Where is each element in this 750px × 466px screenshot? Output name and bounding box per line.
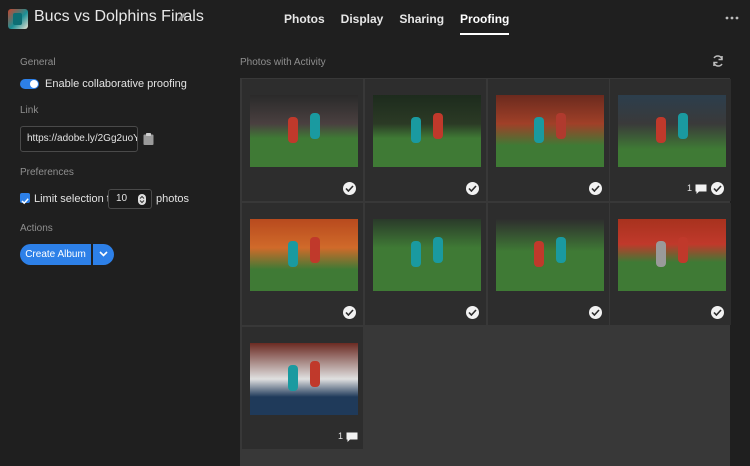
player-figure [288,241,298,267]
limit-selection-checkbox[interactable] [20,193,30,205]
photo-cell[interactable] [365,79,486,201]
pencil-icon[interactable] [176,11,188,23]
comment-icon[interactable] [695,184,707,195]
limit-quantity-value: 10 [116,193,128,204]
player-figure [433,237,443,263]
photo-thumbnail[interactable] [618,95,726,167]
photo-cell[interactable] [242,79,363,201]
player-figure [310,237,320,263]
photo-thumbnail[interactable] [496,95,604,167]
tab-bar: Photos Display Sharing Proofing [276,0,517,38]
photo-cell[interactable]: 1 [610,79,731,201]
limit-selection-label: Limit selection to [34,193,116,205]
photo-thumbnail[interactable] [618,219,726,291]
player-figure [310,361,320,387]
player-figure [534,117,544,143]
tab-proofing[interactable]: Proofing [452,0,517,38]
player-figure [288,365,298,391]
player-figure [678,113,688,139]
chevron-down-icon [99,251,108,257]
photo-thumbnail[interactable] [496,219,604,291]
tab-display[interactable]: Display [333,0,392,38]
photo-thumbnail[interactable] [250,95,358,167]
create-album-dropdown[interactable] [93,244,114,265]
player-figure [556,113,566,139]
player-figure [534,241,544,267]
share-link-field[interactable]: https://adobe.ly/2Gg2uoY [20,126,138,152]
tab-sharing[interactable]: Sharing [391,0,452,38]
clipboard-icon[interactable] [143,133,154,145]
photo-cell[interactable]: 1 [242,327,363,449]
player-figure [678,237,688,263]
photo-cell[interactable] [365,203,486,325]
stepper-arrows-icon[interactable] [138,194,146,205]
tab-photos[interactable]: Photos [276,0,333,38]
selected-check-icon[interactable] [711,182,724,195]
player-figure [310,113,320,139]
photo-thumbnail[interactable] [373,95,481,167]
player-figure [656,241,666,267]
selected-check-icon[interactable] [466,306,479,319]
more-options-icon[interactable] [724,14,740,22]
player-figure [433,113,443,139]
top-bar: Bucs vs Dolphins Finals Photos Display S… [0,0,750,38]
selected-check-icon[interactable] [343,182,356,195]
comment-icon[interactable] [346,432,358,443]
create-album-button[interactable]: Create Album [20,244,91,265]
collab-proofing-label: Enable collaborative proofing [45,78,187,90]
photo-cell[interactable] [610,203,731,325]
photo-thumbnail[interactable] [250,343,358,415]
general-section-label: General [20,57,56,68]
comment-count: 1 [337,431,343,441]
refresh-icon[interactable] [711,54,725,68]
photo-cell[interactable] [488,203,609,325]
photo-thumbnail[interactable] [250,219,358,291]
player-figure [411,241,421,267]
selected-check-icon[interactable] [589,306,602,319]
photo-thumbnail[interactable] [373,219,481,291]
selected-check-icon[interactable] [466,182,479,195]
selected-check-icon[interactable] [589,182,602,195]
comment-count: 1 [686,183,692,193]
selected-check-icon[interactable] [711,306,724,319]
photos-suffix-label: photos [156,193,190,205]
preferences-section-label: Preferences [20,167,74,178]
actions-section-label: Actions [20,223,53,234]
player-figure [556,237,566,263]
photo-cell[interactable] [242,203,363,325]
player-figure [411,117,421,143]
limit-quantity-stepper[interactable]: 10 [108,189,152,209]
link-section-label: Link [20,105,39,116]
photo-cell[interactable] [488,79,609,201]
selected-check-icon[interactable] [343,306,356,319]
player-figure [288,117,298,143]
collab-proofing-toggle[interactable] [20,79,39,89]
player-figure [656,117,666,143]
album-thumbnail [8,9,28,29]
activity-title: Photos with Activity [240,57,326,68]
